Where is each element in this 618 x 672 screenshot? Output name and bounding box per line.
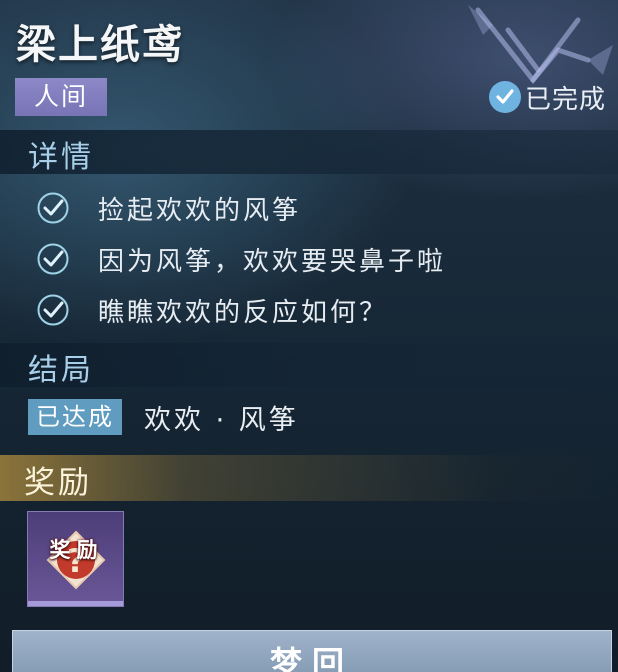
ending-achieved-badge: 已达成	[28, 399, 122, 435]
task-item: 因为风筝，欢欢要哭鼻子啦	[36, 234, 446, 284]
task-done-check-icon	[37, 294, 69, 326]
ending-section-header: 结局	[0, 343, 618, 388]
reward-heading: 奖励	[24, 465, 92, 501]
ending-name: 欢欢 · 风筝	[144, 404, 299, 436]
reward-rarity-strip	[28, 601, 123, 606]
task-done-check-icon	[37, 243, 69, 275]
quest-title: 梁上纸鸢	[16, 22, 184, 68]
reward-item-slot[interactable]: ? 奖励	[27, 511, 124, 607]
task-text: 捡起欢欢的风筝	[98, 195, 302, 226]
ending-heading: 结局	[28, 353, 94, 388]
status-label: 已完成	[524, 84, 606, 115]
completion-status: 已完成	[488, 78, 606, 116]
realm-tag: 人间	[15, 78, 107, 116]
details-heading: 详情	[28, 140, 94, 175]
quest-detail-panel: 梁上纸鸢 人间 已完成 详情 捡起欢欢的风筝 因为风筝，欢欢要哭鼻子啦 瞧瞧欢欢…	[0, 0, 618, 672]
task-text: 因为风筝，欢欢要哭鼻子啦	[98, 246, 447, 277]
task-text: 瞧瞧欢欢的反应如何？	[98, 297, 389, 328]
dream-return-button[interactable]: 梦回	[12, 630, 612, 672]
task-list: 捡起欢欢的风筝 因为风筝，欢欢要哭鼻子啦 瞧瞧欢欢的反应如何？	[36, 183, 446, 336]
details-section-header: 详情	[0, 130, 618, 175]
completed-check-icon	[488, 81, 521, 113]
reward-section-header: 奖励	[0, 455, 618, 501]
task-item: 捡起欢欢的风筝	[36, 183, 446, 233]
task-done-check-icon	[37, 192, 69, 224]
reward-item-label: 奖励	[49, 538, 104, 562]
ending-row: 已达成 欢欢 · 风筝	[28, 398, 299, 436]
task-item: 瞧瞧欢欢的反应如何？	[36, 285, 446, 335]
